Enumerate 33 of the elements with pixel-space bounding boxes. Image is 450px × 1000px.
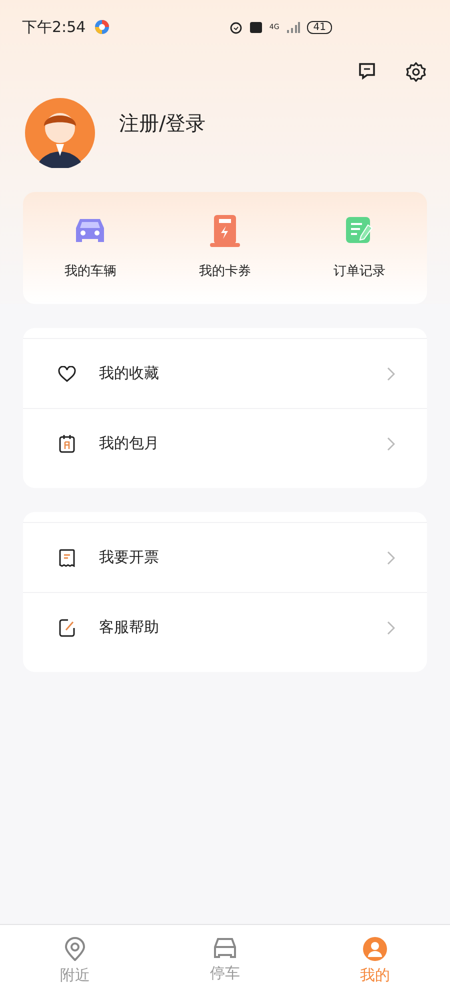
- shortcut-label[interactable]: 订单记录: [334, 262, 386, 280]
- note-icon: [346, 217, 374, 245]
- signal-icon: [286, 21, 300, 33]
- menu-label: 客服帮助: [99, 618, 160, 637]
- edit-icon: [58, 618, 76, 636]
- menu-row[interactable]: 我的包月: [23, 408, 427, 478]
- menu-label: 我要开票: [99, 548, 160, 567]
- menu-row[interactable]: 我要开票: [23, 522, 427, 592]
- receipt-icon: [59, 548, 75, 566]
- battery-icon: 41: [307, 20, 332, 34]
- status-time: 下午2:54: [22, 18, 86, 36]
- message-icon[interactable]: [358, 62, 376, 80]
- menu-label: 我的包月: [99, 434, 160, 453]
- heart-icon: [58, 366, 76, 382]
- menu-row[interactable]: 客服帮助: [23, 592, 427, 662]
- app-logo-icon: [94, 19, 110, 35]
- settings-icon[interactable]: [406, 62, 426, 82]
- chevron-right-icon: [387, 550, 395, 564]
- avatar[interactable]: [25, 98, 95, 168]
- login-link[interactable]: 注册/登录: [119, 110, 206, 137]
- person-icon: [363, 937, 387, 961]
- alarm-icon: [229, 20, 244, 34]
- car-icon: [213, 937, 237, 959]
- location-pin-icon: [64, 937, 86, 961]
- menu-row[interactable]: 我的收藏: [23, 338, 427, 408]
- shortcut-label[interactable]: 我的车辆: [64, 262, 116, 280]
- shortcut-label[interactable]: 我的卡券: [199, 262, 251, 280]
- menu-label: 我的收藏: [99, 364, 160, 383]
- charger-icon: [208, 215, 242, 247]
- calendar-icon: [59, 434, 75, 453]
- chevron-right-icon: [387, 620, 395, 634]
- chevron-right-icon: [387, 366, 395, 380]
- chevron-right-icon: [387, 436, 395, 450]
